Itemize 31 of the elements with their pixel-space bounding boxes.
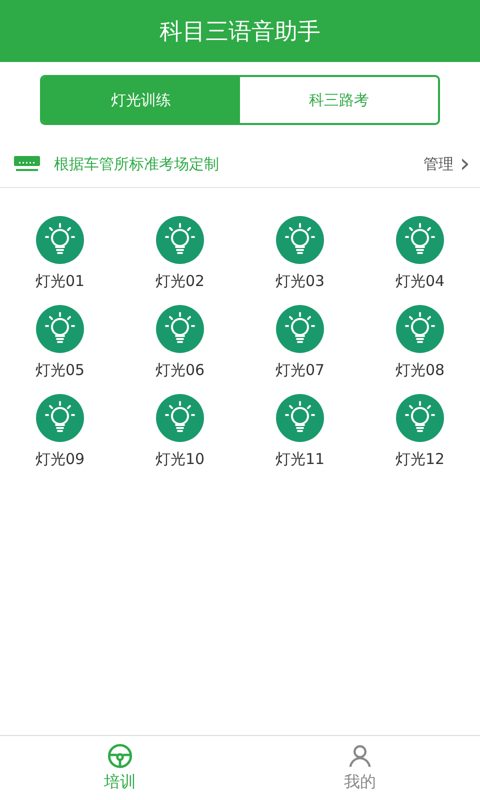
light-item[interactable]: 灯光08 (360, 305, 480, 380)
bulb-icon (276, 394, 324, 442)
light-item[interactable]: 灯光11 (240, 394, 360, 469)
bulb-icon (396, 305, 444, 353)
keyboard-icon (14, 156, 40, 172)
light-item[interactable]: 灯光09 (0, 394, 120, 469)
light-item[interactable]: 灯光06 (120, 305, 240, 380)
bulb-icon (276, 305, 324, 353)
bulb-icon (396, 394, 444, 442)
steering-wheel-icon (107, 743, 133, 769)
bulb-icon (36, 216, 84, 264)
light-item[interactable]: 灯光03 (240, 216, 360, 291)
person-icon (347, 743, 373, 769)
bulb-icon (36, 394, 84, 442)
bulb-icon (396, 216, 444, 264)
bulb-icon (156, 394, 204, 442)
app-title: 科目三语音助手 (160, 18, 320, 46)
light-item[interactable]: 灯光01 (0, 216, 120, 291)
info-text: 根据车管所标准考场定制 (54, 154, 220, 174)
light-item[interactable]: 灯光12 (360, 394, 480, 469)
light-item[interactable]: 灯光10 (120, 394, 240, 469)
light-item[interactable]: 灯光07 (240, 305, 360, 380)
bulb-icon (156, 305, 204, 353)
light-item[interactable]: 灯光05 (0, 305, 120, 380)
nav-item[interactable]: 我的 (240, 736, 480, 800)
bulb-icon (156, 216, 204, 264)
light-item[interactable]: 灯光02 (120, 216, 240, 291)
manage-link[interactable]: 管理 › (424, 151, 470, 177)
bulb-icon (36, 305, 84, 353)
bulb-icon (276, 216, 324, 264)
light-item[interactable]: 灯光04 (360, 216, 480, 291)
